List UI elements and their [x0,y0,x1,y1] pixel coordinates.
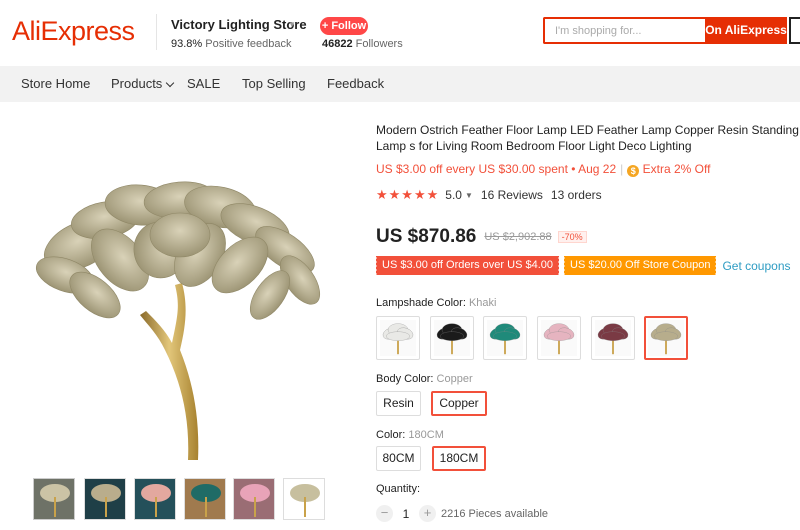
feedback-value: 93.8% [171,38,203,50]
nav-top-selling[interactable]: Top Selling [242,76,306,91]
swatch-image [541,320,577,356]
thumbnail-image [34,479,74,519]
lampshade-swatch-khaki[interactable] [644,316,688,360]
get-coupons-link[interactable]: Get coupons [722,259,790,273]
store-caret-icon[interactable]: ▼ [288,20,296,29]
nav-feedback[interactable]: Feedback [327,76,384,91]
store-promo-text[interactable]: US $3.00 off every US $30.00 spent • Aug… [376,162,616,176]
store-nav: Store Home Products SALE Top Selling Fee… [0,66,800,102]
quantity-increase-button[interactable]: + [419,505,436,522]
feedback-label: Positive feedback [205,38,292,50]
body-color-value: Copper [436,373,473,385]
reviews-link[interactable]: 16 Reviews [481,188,543,202]
rating-row: ★★★★★ 5.0 ▼ 16 Reviews 13 orders [376,187,602,203]
nav-sale[interactable]: SALE [187,76,220,91]
promo-line: US $3.00 off every US $30.00 spent • Aug… [376,162,710,177]
size-option-80cm[interactable]: 80CM [376,446,421,471]
size-title: Color: [376,429,406,441]
thumbnail-image [284,479,324,519]
body-option-resin[interactable]: Resin [376,391,421,416]
extra-off-text[interactable]: Extra 2% Off [643,162,711,176]
followers-value: 46822 [322,38,353,50]
quantity-value[interactable]: 1 [393,507,419,521]
body-option-copper[interactable]: Copper [431,391,487,416]
size-option-180cm[interactable]: 180CM [432,446,486,471]
chevron-down-icon[interactable]: ▼ [465,191,473,200]
thumbnail-image [185,479,225,519]
thumbnail-4[interactable] [184,478,226,520]
size-value: 180CM [408,429,444,441]
thumbnail-5[interactable] [233,478,275,520]
followers-label: Followers [355,38,403,50]
lampshade-swatch-burgundy[interactable] [591,316,635,360]
star-rating-icon: ★★★★★ [376,187,440,202]
thumbnail-image [85,479,125,519]
promo-separator: | [620,162,624,176]
nav-products-label: Products [111,76,163,91]
lampshade-swatch-white[interactable] [376,316,420,360]
size-label: Color: 180CM [376,429,444,441]
store-feedback: 93.8% Positive feedback [171,38,291,50]
body-color-label: Body Color: Copper [376,373,473,385]
search-in-store-button[interactable] [789,17,800,44]
quantity-stepper: − 1 + 2216 Pieces available [376,505,548,522]
thumbnail-image [234,479,274,519]
orders-count: 13 orders [550,188,602,202]
body-color-title: Body Color: [376,373,434,385]
quantity-decrease-button[interactable]: − [376,505,393,522]
swatch-image [380,320,416,356]
product-title: Modern Ostrich Feather Floor Lamp LED Fe… [376,123,799,153]
store-followers: 46822 Followers [322,38,403,50]
lampshade-color-label: Lampshade Color: Khaki [376,297,496,309]
search-box [543,17,705,44]
thumbnail-image [135,479,175,519]
store-coupon[interactable]: US $20.00 Off Store Coupon [562,256,717,275]
orders-coupon[interactable]: US $3.00 off Orders over US $4.00 [375,256,559,275]
swatch-image [595,320,631,356]
product-main-image[interactable] [20,165,340,465]
coupon-row: US $3.00 off Orders over US $4.00 US $20… [375,256,791,275]
follow-button[interactable]: + Follow [320,17,368,35]
search-input[interactable] [545,19,705,42]
thumbnail-6[interactable] [283,478,325,520]
chevron-down-icon [166,78,175,88]
rating-value[interactable]: 5.0 [445,188,462,202]
thumbnail-2[interactable] [84,478,126,520]
nav-products[interactable]: Products [111,76,175,91]
coin-icon: $ [627,165,640,177]
search-on-aliexpress-button[interactable]: On AliExpress [705,17,787,44]
lampshade-swatch-pink[interactable] [537,316,581,360]
quantity-available: 2216 Pieces available [441,507,549,520]
thumbnail-3[interactable] [134,478,176,520]
discount-badge: -70% [557,231,587,243]
original-price: US $2,902.88 [484,231,552,243]
lampshade-color-value: Khaki [468,297,497,309]
store-name[interactable]: Victory Lighting Store [171,17,307,32]
aliexpress-logo[interactable]: AliExpress [12,16,135,47]
price-row: US $870.86 US $2,902.88 -70% [376,226,587,248]
nav-store-home[interactable]: Store Home [21,76,90,91]
swatch-image [434,320,470,356]
lampshade-swatch-black[interactable] [430,316,474,360]
store-header: AliExpress Victory Lighting Store ▼ 93.8… [0,0,800,66]
lampshade-swatch-teal[interactable] [483,316,527,360]
swatch-image [487,320,523,356]
swatch-image [648,320,684,356]
lampshade-color-title: Lampshade Color: [376,297,466,309]
thumbnail-1[interactable] [33,478,75,520]
header-divider [156,14,157,50]
current-price: US $870.86 [376,226,477,247]
quantity-label: Quantity: [376,483,421,495]
